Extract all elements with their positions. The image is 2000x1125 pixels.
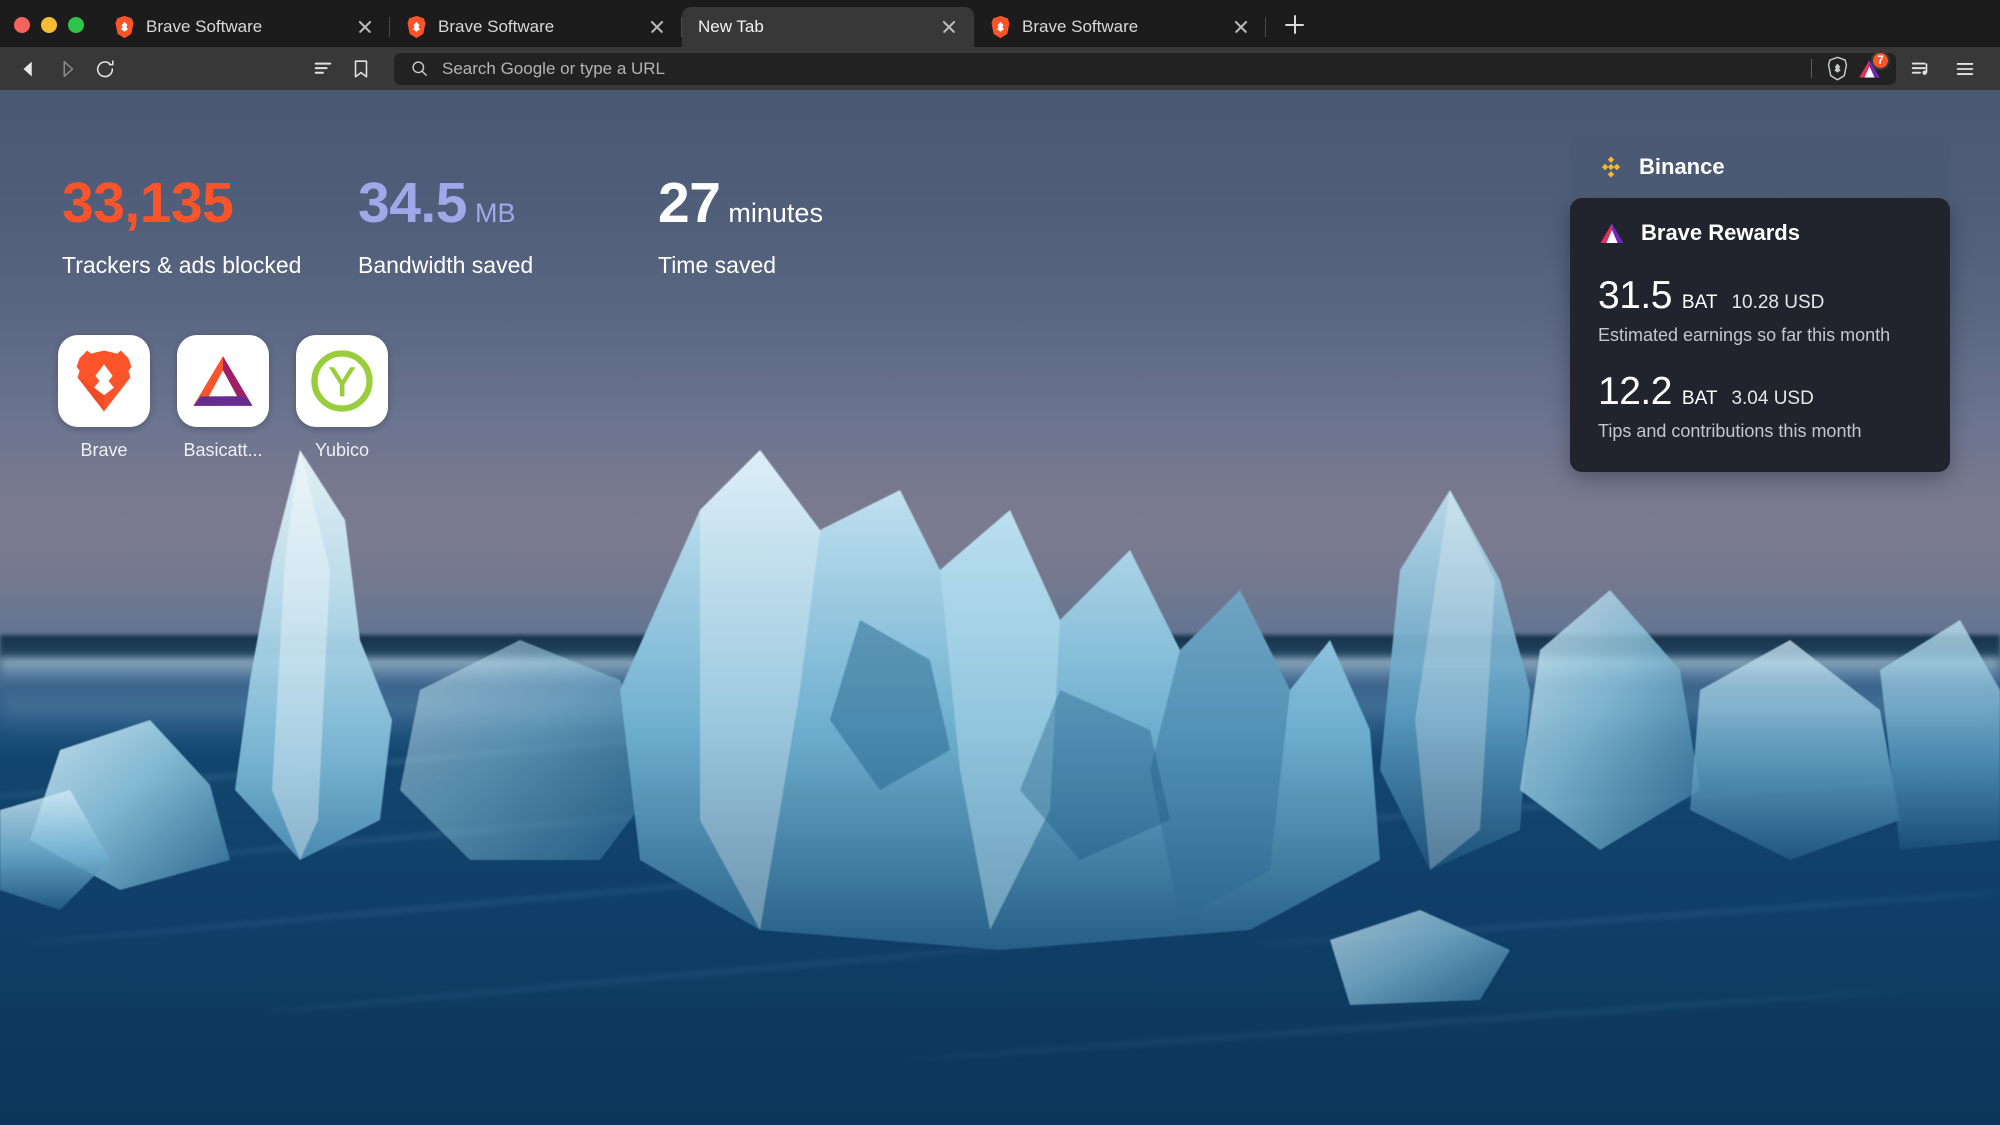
brave-rewards-widget: Brave Rewards 31.5 BAT 10.28 USD Estimat… bbox=[1570, 198, 1950, 472]
brave-rewards-triangle-icon bbox=[1600, 223, 1624, 243]
tab-strip: Brave Software Brave Software New Tab Br… bbox=[0, 0, 2000, 47]
maximize-window-button[interactable] bbox=[68, 17, 84, 33]
tab-new-tab[interactable]: New Tab bbox=[682, 7, 974, 47]
reading-list-button[interactable] bbox=[304, 50, 342, 88]
top-site-yubico[interactable]: Yubico bbox=[296, 335, 388, 461]
top-site-label: Yubico bbox=[314, 440, 370, 460]
brave-shields-lion-icon bbox=[1827, 56, 1847, 81]
tab-list: Brave Software Brave Software New Tab Br… bbox=[98, 0, 1312, 47]
brave-shields-button[interactable] bbox=[1822, 54, 1852, 84]
close-tab-button[interactable] bbox=[938, 16, 960, 38]
close-tab-button[interactable] bbox=[646, 16, 668, 38]
rewards-currency: BAT bbox=[1681, 292, 1718, 313]
main-menu-button[interactable] bbox=[1946, 50, 1984, 88]
top-site-label: Basicatt... bbox=[183, 440, 263, 460]
close-window-button[interactable] bbox=[14, 17, 30, 33]
stat-time-saved: 27 minutes Time saved bbox=[658, 175, 823, 279]
background-icebergs bbox=[0, 450, 2000, 1005]
rewards-fiat-value: 3.04 USD bbox=[1731, 388, 1814, 409]
playlist-icon bbox=[1911, 62, 1928, 75]
hamburger-menu-icon bbox=[1956, 62, 1974, 75]
widget-tab-label: Binance bbox=[1639, 154, 1725, 179]
stat-caption: Time saved bbox=[658, 252, 777, 278]
yubico-y-icon bbox=[311, 350, 373, 412]
close-tab-button[interactable] bbox=[354, 16, 376, 38]
browser-toolbar: Search Google or type a URL 7 bbox=[0, 47, 2000, 90]
top-site-icon-container bbox=[177, 335, 269, 427]
basic-attention-token-icon bbox=[193, 356, 253, 406]
reading-list-icon bbox=[314, 62, 332, 74]
ntp-widget-stack: Binance Brave Rewards 31.5 BAT 10.28 USD… bbox=[1570, 136, 1950, 472]
bookmark-icon bbox=[354, 59, 368, 78]
back-button[interactable] bbox=[10, 50, 48, 88]
playlist-button[interactable] bbox=[1902, 50, 1940, 88]
widget-title: Brave Rewards bbox=[1641, 220, 1800, 245]
tab-title: Brave Software bbox=[438, 17, 555, 36]
stat-caption: Bandwidth saved bbox=[358, 252, 534, 278]
stat-value: 34.5 MB bbox=[358, 175, 658, 232]
top-site-icon-container bbox=[296, 335, 388, 427]
rewards-amount-line: 31.5 BAT 10.28 USD bbox=[1598, 276, 1922, 315]
search-icon bbox=[412, 61, 427, 76]
rewards-amount: 31.5 bbox=[1598, 274, 1672, 317]
stat-value: 33,135 bbox=[62, 175, 358, 232]
stat-caption: Trackers & ads blocked bbox=[62, 252, 302, 278]
reload-button[interactable] bbox=[86, 50, 124, 88]
stat-number: 27 bbox=[658, 171, 721, 235]
address-bar-placeholder: Search Google or type a URL bbox=[442, 58, 666, 78]
rewards-badge-count: 7 bbox=[1871, 50, 1890, 70]
new-tab-page: 33,135 Trackers & ads blocked 34.5 MB Ban… bbox=[0, 90, 2000, 1125]
rewards-description: Estimated earnings so far this month bbox=[1598, 325, 1891, 345]
stat-bandwidth-saved: 34.5 MB Bandwidth saved bbox=[358, 175, 658, 279]
minimize-window-button[interactable] bbox=[41, 17, 57, 33]
rewards-amount-line: 12.2 BAT 3.04 USD bbox=[1598, 372, 1922, 411]
brave-rewards-button[interactable]: 7 bbox=[1852, 50, 1890, 84]
widget-header: Brave Rewards bbox=[1598, 220, 1922, 246]
tab-title: Brave Software bbox=[1022, 17, 1139, 36]
close-tab-button[interactable] bbox=[1230, 16, 1252, 38]
omnibox-separator bbox=[1811, 59, 1812, 78]
stat-trackers-blocked: 33,135 Trackers & ads blocked bbox=[62, 175, 358, 279]
rewards-description: Tips and contributions this month bbox=[1598, 421, 1862, 441]
top-sites: Brave Basicatt... Yubico bbox=[58, 335, 388, 461]
rewards-fiat-value: 10.28 USD bbox=[1731, 292, 1825, 313]
tab-title: New Tab bbox=[698, 17, 764, 36]
tab-brave-software-1[interactable]: Brave Software bbox=[98, 7, 390, 47]
top-site-icon-container bbox=[58, 335, 150, 427]
browser-window: Brave Software Brave Software New Tab Br… bbox=[0, 0, 2000, 1125]
tab-brave-software-2[interactable]: Brave Software bbox=[390, 7, 682, 47]
stat-number: 33,135 bbox=[62, 171, 234, 235]
top-site-brave[interactable]: Brave bbox=[58, 335, 150, 461]
new-tab-button[interactable] bbox=[1276, 7, 1312, 43]
window-traffic-lights bbox=[0, 17, 98, 47]
tab-title: Brave Software bbox=[146, 17, 263, 36]
rewards-row-earnings: 31.5 BAT 10.28 USD Estimated earnings so… bbox=[1598, 276, 1922, 346]
tab-brave-software-3[interactable]: Brave Software bbox=[974, 7, 1266, 47]
stat-unit: minutes bbox=[728, 198, 823, 228]
rewards-row-tips: 12.2 BAT 3.04 USD Tips and contributions… bbox=[1598, 372, 1922, 442]
back-icon bbox=[23, 61, 32, 76]
rewards-amount: 12.2 bbox=[1598, 370, 1672, 413]
stat-value: 27 minutes bbox=[658, 175, 823, 232]
widget-tab-binance[interactable]: Binance bbox=[1570, 136, 1950, 198]
brave-lion-icon bbox=[76, 350, 132, 412]
binance-icon bbox=[1601, 156, 1621, 178]
top-site-basic-attention-token[interactable]: Basicatt... bbox=[177, 335, 269, 461]
forward-button[interactable] bbox=[48, 50, 86, 88]
address-bar[interactable]: Search Google or type a URL 7 bbox=[394, 50, 1896, 85]
reload-icon bbox=[96, 59, 114, 77]
rewards-currency: BAT bbox=[1681, 388, 1718, 409]
forward-icon bbox=[63, 60, 74, 77]
stat-number: 34.5 bbox=[358, 171, 467, 235]
brave-lion-icon bbox=[991, 15, 1010, 39]
stat-unit: MB bbox=[474, 198, 516, 228]
top-site-label: Brave bbox=[80, 440, 128, 460]
bookmark-button[interactable] bbox=[342, 50, 380, 88]
brave-lion-icon bbox=[115, 15, 134, 39]
toolbar-right-actions bbox=[1902, 50, 1990, 88]
brave-lion-icon bbox=[407, 15, 426, 39]
privacy-stats: 33,135 Trackers & ads blocked 34.5 MB Ban… bbox=[62, 175, 823, 279]
